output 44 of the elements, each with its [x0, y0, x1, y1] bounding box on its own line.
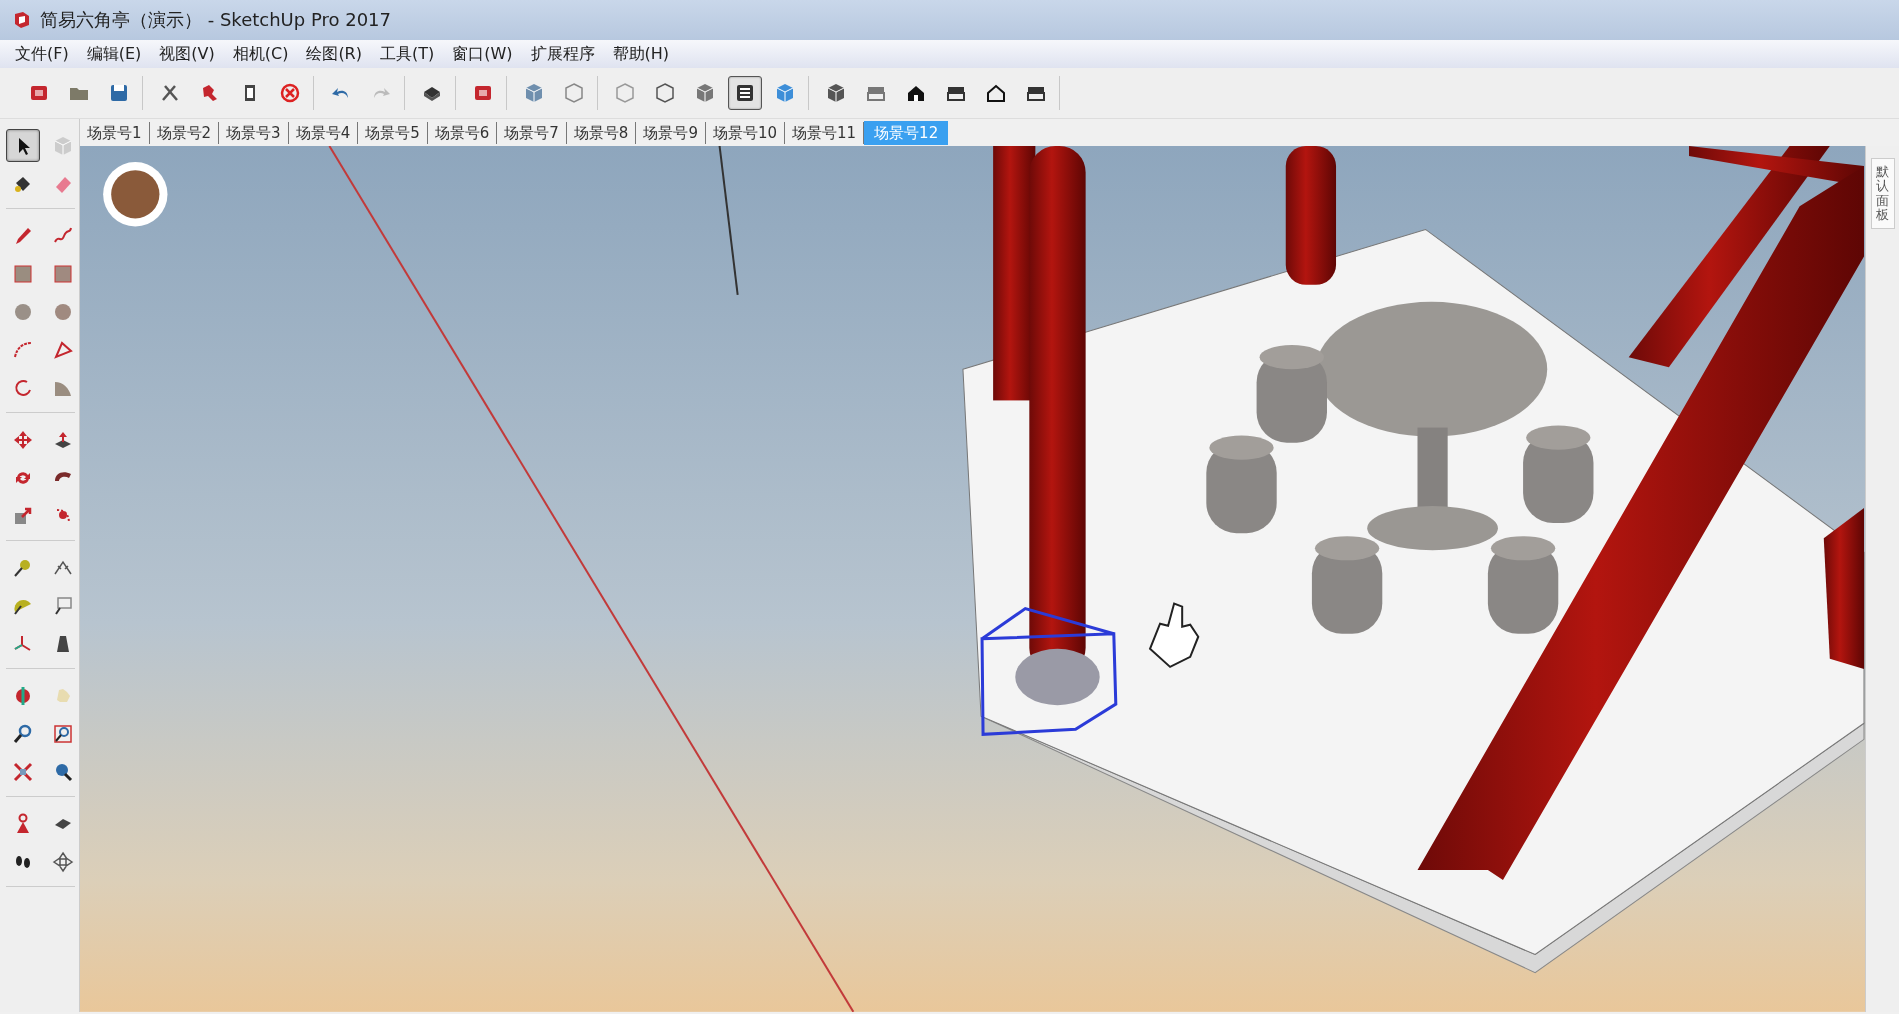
magnifier-icon: [52, 722, 74, 745]
stack-icon: [734, 82, 756, 104]
cube-outline-icon: [614, 82, 636, 104]
scene-tab[interactable]: 场景号9: [636, 121, 706, 144]
zoom-extents-icon: [12, 760, 34, 783]
menu-item[interactable]: 窗口(W): [445, 41, 522, 67]
app-logo-icon: [12, 10, 32, 30]
menu-item[interactable]: 编辑(E): [79, 41, 151, 67]
menu-item[interactable]: 工具(T): [373, 41, 444, 67]
menu-item[interactable]: 绘图(R): [299, 41, 371, 67]
menu-item[interactable]: 视图(V): [152, 41, 224, 67]
menu-item[interactable]: 扩展程序: [523, 41, 604, 67]
menu-item[interactable]: 文件(F): [8, 41, 78, 67]
house-icon: [985, 82, 1007, 104]
scene-tab[interactable]: 场景号1: [80, 121, 150, 144]
scene-tab[interactable]: 场景号8: [566, 121, 637, 144]
cube-icon: [774, 82, 796, 104]
scene-tab[interactable]: 场景号5: [358, 121, 428, 144]
scene-stamp-drawing: [103, 162, 168, 227]
prohibited-icon: [279, 82, 301, 104]
scene-tab[interactable]: 场景号3: [219, 121, 289, 144]
magnifier-icon: [12, 722, 34, 745]
textured-button[interactable]: [728, 76, 762, 110]
hand-cursor-icon: [1148, 602, 1200, 669]
cube-icon: [825, 82, 847, 104]
scene-tab[interactable]: 场景号2: [149, 121, 220, 144]
text-note-icon: [52, 594, 74, 617]
menu-item[interactable]: 相机(C): [225, 41, 298, 67]
cube-icon: [523, 82, 545, 104]
scene-tab[interactable]: 场景号4: [288, 121, 359, 144]
scene-tab[interactable]: 场景号10: [705, 121, 785, 144]
scene-tab[interactable]: 场景号7: [497, 121, 567, 144]
select-tool[interactable]: [6, 129, 40, 162]
arrows-icon: [52, 850, 74, 873]
cube-outline-icon: [654, 82, 676, 104]
square-icon: [12, 262, 34, 285]
cube-outline-icon: [563, 82, 585, 104]
cube-icon: [694, 82, 716, 104]
window-title: 简易六角亭（演示） - SketchUp Pro 2017: [40, 8, 391, 32]
menu-item[interactable]: 帮助(H): [605, 41, 679, 67]
scene-tab[interactable]: 场景号6: [427, 121, 498, 144]
square-icon: [52, 262, 74, 285]
cube-icon: [52, 134, 74, 157]
tray-tab[interactable]: 默认面板: [1870, 158, 1895, 230]
